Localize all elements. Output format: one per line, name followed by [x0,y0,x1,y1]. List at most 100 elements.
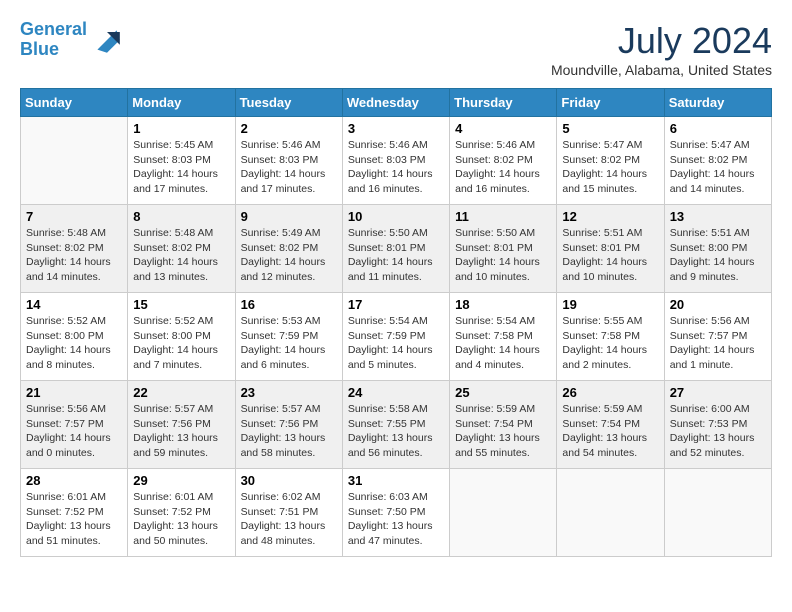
day-info: Sunrise: 5:46 AMSunset: 8:03 PMDaylight:… [241,138,337,197]
day-number: 28 [26,473,122,488]
calendar-cell: 10 Sunrise: 5:50 AMSunset: 8:01 PMDayligh… [342,205,449,293]
day-info: Sunrise: 5:53 AMSunset: 7:59 PMDaylight:… [241,314,337,373]
calendar-cell: 25Sunrise: 5:59 AMSunset: 7:54 PMDayligh… [450,381,557,469]
calendar-week-row: 7 Sunrise: 5:48 AMSunset: 8:02 PMDaylight… [21,205,772,293]
calendar-cell: 14 Sunrise: 5:52 AMSunset: 8:00 PMDayligh… [21,293,128,381]
day-info: Sunrise: 5:51 AMSunset: 8:00 PMDaylight:… [670,226,766,285]
calendar-cell: 8Sunrise: 5:48 AMSunset: 8:02 PMDaylight… [128,205,235,293]
day-info: Sunrise: 5:59 AMSunset: 7:54 PMDaylight:… [562,402,658,461]
day-number: 19 [562,297,658,312]
calendar-cell: 4Sunrise: 5:46 AMSunset: 8:02 PMDaylight… [450,117,557,205]
day-info: Sunrise: 5:57 AMSunset: 7:56 PMDaylight:… [133,402,229,461]
calendar-cell [21,117,128,205]
calendar-cell: 19 Sunrise: 5:55 AMSunset: 7:58 PMDayligh… [557,293,664,381]
day-number: 26 [562,385,658,400]
day-number: 9 [241,209,337,224]
calendar-header-row: SundayMondayTuesdayWednesdayThursdayFrid… [21,89,772,117]
calendar-cell: 3Sunrise: 5:46 AMSunset: 8:03 PMDaylight… [342,117,449,205]
day-info: Sunrise: 6:01 AMSunset: 7:52 PMDaylight:… [133,490,229,549]
day-info: Sunrise: 6:02 AMSunset: 7:51 PMDaylight:… [241,490,337,549]
day-number: 17 [348,297,444,312]
logo-line1: General [20,19,87,39]
day-info: Sunrise: 5:52 AMSunset: 8:00 PMDaylight:… [26,314,122,373]
col-header-thursday: Thursday [450,89,557,117]
day-number: 1 [133,121,229,136]
day-number: 14 [26,297,122,312]
day-info: Sunrise: 5:57 AMSunset: 7:56 PMDaylight:… [241,402,337,461]
calendar-cell: 30Sunrise: 6:02 AMSunset: 7:51 PMDayligh… [235,469,342,557]
day-info: Sunrise: 5:46 AMSunset: 8:03 PMDaylight:… [348,138,444,197]
calendar-cell [450,469,557,557]
calendar-cell: 26 Sunrise: 5:59 AMSunset: 7:54 PMDayligh… [557,381,664,469]
day-info: Sunrise: 6:01 AMSunset: 7:52 PMDaylight:… [26,490,122,549]
calendar-cell: 11 Sunrise: 5:50 AMSunset: 8:01 PMDayligh… [450,205,557,293]
day-number: 5 [562,121,658,136]
day-number: 27 [670,385,766,400]
day-info: Sunrise: 5:48 AMSunset: 8:02 PMDaylight:… [26,226,122,285]
day-info: Sunrise: 5:49 AMSunset: 8:02 PMDaylight:… [241,226,337,285]
calendar-cell: 12 Sunrise: 5:51 AMSunset: 8:01 PMDayligh… [557,205,664,293]
calendar-cell: 13 Sunrise: 5:51 AMSunset: 8:00 PMDayligh… [664,205,771,293]
calendar-cell: 1 Sunrise: 5:45 AMSunset: 8:03 PMDaylight… [128,117,235,205]
day-info: Sunrise: 5:58 AMSunset: 7:55 PMDaylight:… [348,402,444,461]
day-number: 11 [455,209,551,224]
title-block: July 2024 Moundville, Alabama, United St… [551,20,772,78]
day-info: Sunrise: 5:52 AMSunset: 8:00 PMDaylight:… [133,314,229,373]
day-info: Sunrise: 5:54 AMSunset: 7:58 PMDaylight:… [455,314,551,373]
day-info: Sunrise: 6:00 AMSunset: 7:53 PMDaylight:… [670,402,766,461]
day-info: Sunrise: 5:46 AMSunset: 8:02 PMDaylight:… [455,138,551,197]
day-number: 7 [26,209,122,224]
calendar-week-row: 14 Sunrise: 5:52 AMSunset: 8:00 PMDayligh… [21,293,772,381]
day-number: 10 [348,209,444,224]
day-info: Sunrise: 5:50 AMSunset: 8:01 PMDaylight:… [348,226,444,285]
day-info: Sunrise: 6:03 AMSunset: 7:50 PMDaylight:… [348,490,444,549]
calendar-cell: 15 Sunrise: 5:52 AMSunset: 8:00 PMDayligh… [128,293,235,381]
calendar-week-row: 28 Sunrise: 6:01 AMSunset: 7:52 PMDayligh… [21,469,772,557]
col-header-wednesday: Wednesday [342,89,449,117]
logo: General Blue [20,20,123,60]
calendar-cell: 29Sunrise: 6:01 AMSunset: 7:52 PMDayligh… [128,469,235,557]
day-info: Sunrise: 5:45 AMSunset: 8:03 PMDaylight:… [133,138,229,197]
col-header-saturday: Saturday [664,89,771,117]
calendar-cell: 28 Sunrise: 6:01 AMSunset: 7:52 PMDayligh… [21,469,128,557]
calendar-cell: 9 Sunrise: 5:49 AMSunset: 8:02 PMDaylight… [235,205,342,293]
calendar-cell: 6Sunrise: 5:47 AMSunset: 8:02 PMDaylight… [664,117,771,205]
day-info: Sunrise: 5:59 AMSunset: 7:54 PMDaylight:… [455,402,551,461]
day-number: 13 [670,209,766,224]
calendar-cell: 31 Sunrise: 6:03 AMSunset: 7:50 PMDayligh… [342,469,449,557]
calendar-cell: 7 Sunrise: 5:48 AMSunset: 8:02 PMDaylight… [21,205,128,293]
calendar-cell: 21 Sunrise: 5:56 AMSunset: 7:57 PMDayligh… [21,381,128,469]
day-info: Sunrise: 5:56 AMSunset: 7:57 PMDaylight:… [670,314,766,373]
day-info: Sunrise: 5:54 AMSunset: 7:59 PMDaylight:… [348,314,444,373]
col-header-sunday: Sunday [21,89,128,117]
col-header-friday: Friday [557,89,664,117]
calendar-cell: 20 Sunrise: 5:56 AMSunset: 7:57 PMDayligh… [664,293,771,381]
page-header: General Blue July 2024 Moundville, Alaba… [20,20,772,78]
calendar-cell: 18 Sunrise: 5:54 AMSunset: 7:58 PMDayligh… [450,293,557,381]
day-info: Sunrise: 5:51 AMSunset: 8:01 PMDaylight:… [562,226,658,285]
day-number: 18 [455,297,551,312]
day-number: 20 [670,297,766,312]
day-info: Sunrise: 5:47 AMSunset: 8:02 PMDaylight:… [670,138,766,197]
day-info: Sunrise: 5:47 AMSunset: 8:02 PMDaylight:… [562,138,658,197]
calendar-cell: 16Sunrise: 5:53 AMSunset: 7:59 PMDayligh… [235,293,342,381]
day-info: Sunrise: 5:48 AMSunset: 8:02 PMDaylight:… [133,226,229,285]
logo-line2: Blue [20,39,59,59]
calendar-cell [557,469,664,557]
calendar-cell [664,469,771,557]
day-info: Sunrise: 5:55 AMSunset: 7:58 PMDaylight:… [562,314,658,373]
day-info: Sunrise: 5:56 AMSunset: 7:57 PMDaylight:… [26,402,122,461]
month-year-title: July 2024 [551,20,772,62]
calendar-cell: 2 Sunrise: 5:46 AMSunset: 8:03 PMDaylight… [235,117,342,205]
day-number: 12 [562,209,658,224]
day-number: 2 [241,121,337,136]
calendar-cell: 24 Sunrise: 5:58 AMSunset: 7:55 PMDayligh… [342,381,449,469]
day-number: 21 [26,385,122,400]
day-number: 31 [348,473,444,488]
location-subtitle: Moundville, Alabama, United States [551,62,772,78]
day-number: 24 [348,385,444,400]
calendar-week-row: 1 Sunrise: 5:45 AMSunset: 8:03 PMDaylight… [21,117,772,205]
day-number: 15 [133,297,229,312]
day-info: Sunrise: 5:50 AMSunset: 8:01 PMDaylight:… [455,226,551,285]
calendar-cell: 27 Sunrise: 6:00 AMSunset: 7:53 PMDayligh… [664,381,771,469]
